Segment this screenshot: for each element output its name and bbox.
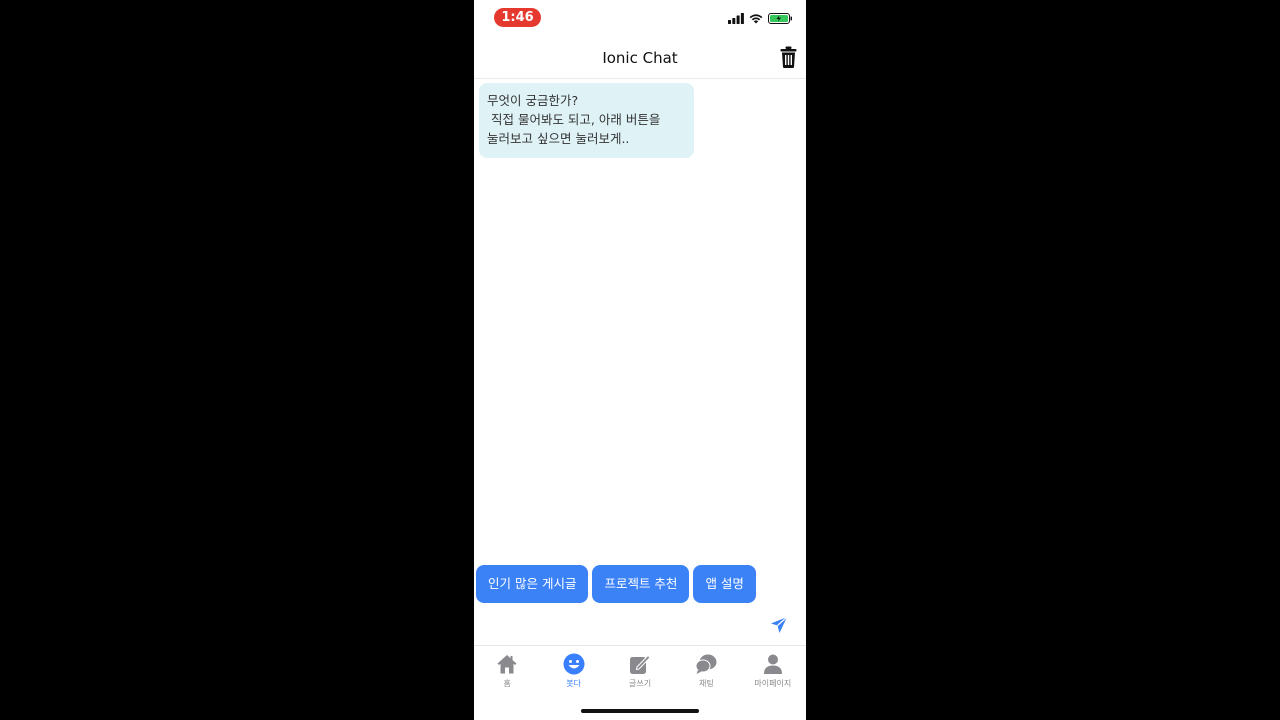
status-bar: 1:46 xyxy=(474,0,806,36)
header-toolbar: Ionic Chat xyxy=(474,40,806,79)
home-indicator[interactable] xyxy=(581,709,699,713)
send-button[interactable] xyxy=(770,616,790,636)
tab-label: 채팅 xyxy=(699,679,714,688)
phone-screen: 1:46 Ionic Chat 무엇이 궁금한가? 직접 물어봐도 되고, 아래… xyxy=(474,0,806,720)
send-icon xyxy=(770,616,788,638)
quick-reply-group: 인기 많은 게시글 프로젝트 추천 앱 설명 xyxy=(476,565,756,603)
status-icons xyxy=(728,12,792,24)
chat-message-list[interactable]: 무엇이 궁금한가? 직접 물어봐도 되고, 아래 버튼을 눌러보고 싶으면 눌러… xyxy=(474,79,806,559)
page-title: Ionic Chat xyxy=(602,49,678,67)
tab-home[interactable]: 홈 xyxy=(474,646,540,720)
bot-message-bubble: 무엇이 궁금한가? 직접 물어봐도 되고, 아래 버튼을 눌러보고 싶으면 눌러… xyxy=(479,83,694,158)
wifi-icon xyxy=(749,9,763,28)
person-icon xyxy=(762,653,784,675)
message-line: 무엇이 궁금한가? xyxy=(487,93,579,108)
chat-bubbles-icon xyxy=(695,653,717,675)
quick-reply-app-info-button[interactable]: 앱 설명 xyxy=(693,565,756,603)
status-time: 1:46 xyxy=(494,8,541,27)
happy-face-icon xyxy=(563,653,585,675)
quick-reply-project-recommend-button[interactable]: 프로젝트 추천 xyxy=(592,565,690,603)
battery-icon xyxy=(768,9,792,28)
quick-reply-popular-posts-button[interactable]: 인기 많은 게시글 xyxy=(476,565,589,603)
tab-label: 마이페이지 xyxy=(754,679,792,688)
tab-label: 글쓰기 xyxy=(628,679,652,688)
tab-label: 봇다 xyxy=(566,679,581,688)
message-line: 직접 물어봐도 되고, 아래 버튼을 xyxy=(487,112,661,127)
compose-icon xyxy=(629,653,651,675)
message-line: 눌러보고 싶으면 눌러보게.. xyxy=(487,131,630,146)
trash-icon xyxy=(780,46,797,72)
tab-label: 홈 xyxy=(503,679,511,688)
home-icon xyxy=(496,653,518,675)
signal-icon xyxy=(728,9,744,28)
clear-chat-button[interactable] xyxy=(778,46,798,72)
tab-mypage[interactable]: 마이페이지 xyxy=(740,646,806,720)
